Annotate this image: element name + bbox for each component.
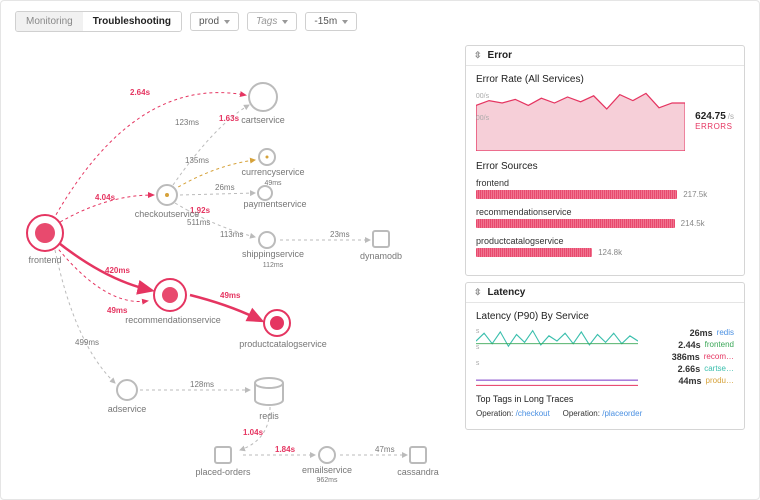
edge-redis-placed: 1.04s xyxy=(243,428,264,437)
node-shippingservice-sub: 112ms xyxy=(263,262,284,269)
time-select[interactable]: -15m xyxy=(305,12,357,31)
time-select-value: -15m xyxy=(314,16,337,27)
edge-ad-redis: 128ms xyxy=(190,380,214,389)
chevron-down-icon xyxy=(282,20,288,24)
node-product[interactable]: productcatalogservice xyxy=(239,339,327,349)
error-source-row[interactable]: productcatalogservice 124.8k xyxy=(476,236,734,257)
node-placed-orders[interactable]: placed-orders xyxy=(195,467,251,477)
chevron-down-icon xyxy=(224,20,230,24)
error-source-bar xyxy=(476,219,675,228)
top-tags-title: Top Tags in Long Traces xyxy=(476,394,734,404)
expand-icon: ⇳ xyxy=(474,287,482,298)
node-frontend[interactable]: frontend xyxy=(28,255,61,265)
edge-checkout-currency: 135ms xyxy=(185,156,209,165)
latency-p90-title: Latency (P90) By Service xyxy=(476,311,734,322)
edge-checkout-payment: 26ms xyxy=(215,183,235,192)
latency-panel-header[interactable]: ⇳ Latency xyxy=(466,283,744,303)
tag-pill[interactable]: Operation: /placeorder xyxy=(563,409,643,418)
error-panel-header[interactable]: ⇳ Error xyxy=(466,46,744,66)
env-select[interactable]: prod xyxy=(190,12,239,31)
tag-pill[interactable]: Operation: /checkout xyxy=(476,409,550,418)
node-paymentservice[interactable]: paymentservice xyxy=(243,199,306,209)
error-panel-title: Error xyxy=(488,50,512,61)
error-source-row[interactable]: recommendationservice 214.5k xyxy=(476,207,734,228)
node-cassandra[interactable]: cassandra xyxy=(397,467,439,477)
error-source-row[interactable]: frontend 217.5k xyxy=(476,178,734,199)
toolbar: Monitoring Troubleshooting prod Tags -15… xyxy=(1,1,759,42)
node-emailservice[interactable]: emailservice xyxy=(302,465,352,475)
right-panels: ⇳ Error Error Rate (All Services) 600/s … xyxy=(465,45,745,430)
edge-checkout-cart-b: 1.63s xyxy=(219,114,240,123)
edge-placed-email: 1.84s xyxy=(275,445,296,454)
edge-checkout-shipping-c: 113ms xyxy=(220,230,243,239)
node-emailservice-sub: 962ms xyxy=(316,477,338,484)
error-source-bar xyxy=(476,190,677,199)
edge-shipping-dynamo: 23ms xyxy=(330,230,350,239)
error-rate-value: 624.75/s ERRORS xyxy=(695,111,734,131)
error-panel: ⇳ Error Error Rate (All Services) 600/s … xyxy=(465,45,745,276)
service-map[interactable]: 2.64s 123ms 1.63s 135ms 26ms 4.04s 1.92s… xyxy=(15,45,453,485)
edge-reco-product: 49ms xyxy=(220,291,241,300)
edge-frontend-ad: 499ms xyxy=(75,338,99,347)
latency-legend: 26msredis 2.44sfrontend 386msrecom… 2.66… xyxy=(648,328,734,388)
node-redis[interactable]: redis xyxy=(259,411,279,421)
tags-select-label: Tags xyxy=(256,16,277,27)
latency-panel-title: Latency xyxy=(488,287,526,298)
node-adservice[interactable]: adservice xyxy=(108,404,147,414)
tab-monitoring[interactable]: Monitoring xyxy=(16,12,83,31)
node-reco[interactable]: recommendationservice xyxy=(125,315,221,325)
node-checkoutservice[interactable]: checkoutservice xyxy=(135,209,200,219)
tab-troubleshooting[interactable]: Troubleshooting xyxy=(83,12,181,31)
node-dynamodb[interactable]: dynamodb xyxy=(360,251,402,261)
error-source-bar xyxy=(476,248,592,257)
latency-chart[interactable]: 3s 2s 1s 9:04:40 AMTODAY 9:19:40 AMTODAY xyxy=(476,328,638,388)
latency-panel: ⇳ Latency Latency (P90) By Service 3s 2s… xyxy=(465,282,745,430)
edge-frontend-reco2: 49ms xyxy=(107,306,128,315)
node-shippingservice[interactable]: shippingservice xyxy=(242,249,304,259)
edge-frontend-reco: 420ms xyxy=(105,266,130,275)
chevron-down-icon xyxy=(342,20,348,24)
edge-email-cassandra: 47ms xyxy=(375,445,395,454)
edge-frontend-checkout: 4.04s xyxy=(95,193,116,202)
tags-select[interactable]: Tags xyxy=(247,12,297,31)
view-segmented: Monitoring Troubleshooting xyxy=(15,11,182,32)
app-window: Monitoring Troubleshooting prod Tags -15… xyxy=(0,0,760,500)
expand-icon: ⇳ xyxy=(474,50,482,61)
edge-checkout-shipping-b: 511ms xyxy=(187,218,210,227)
node-currencyservice[interactable]: currencyservice xyxy=(241,167,304,177)
env-select-value: prod xyxy=(199,16,219,27)
error-rate-title: Error Rate (All Services) xyxy=(476,74,734,85)
error-rate-chart[interactable]: 600/s 400/s 9:04:30 AMTODAY 9:20:00 AMTO… xyxy=(476,91,685,151)
edge-checkout-cart-a: 123ms xyxy=(175,118,199,127)
node-cartservice[interactable]: cartservice xyxy=(241,115,285,125)
error-sources-title: Error Sources xyxy=(476,161,734,172)
edge-frontend-cart: 2.64s xyxy=(130,88,151,97)
